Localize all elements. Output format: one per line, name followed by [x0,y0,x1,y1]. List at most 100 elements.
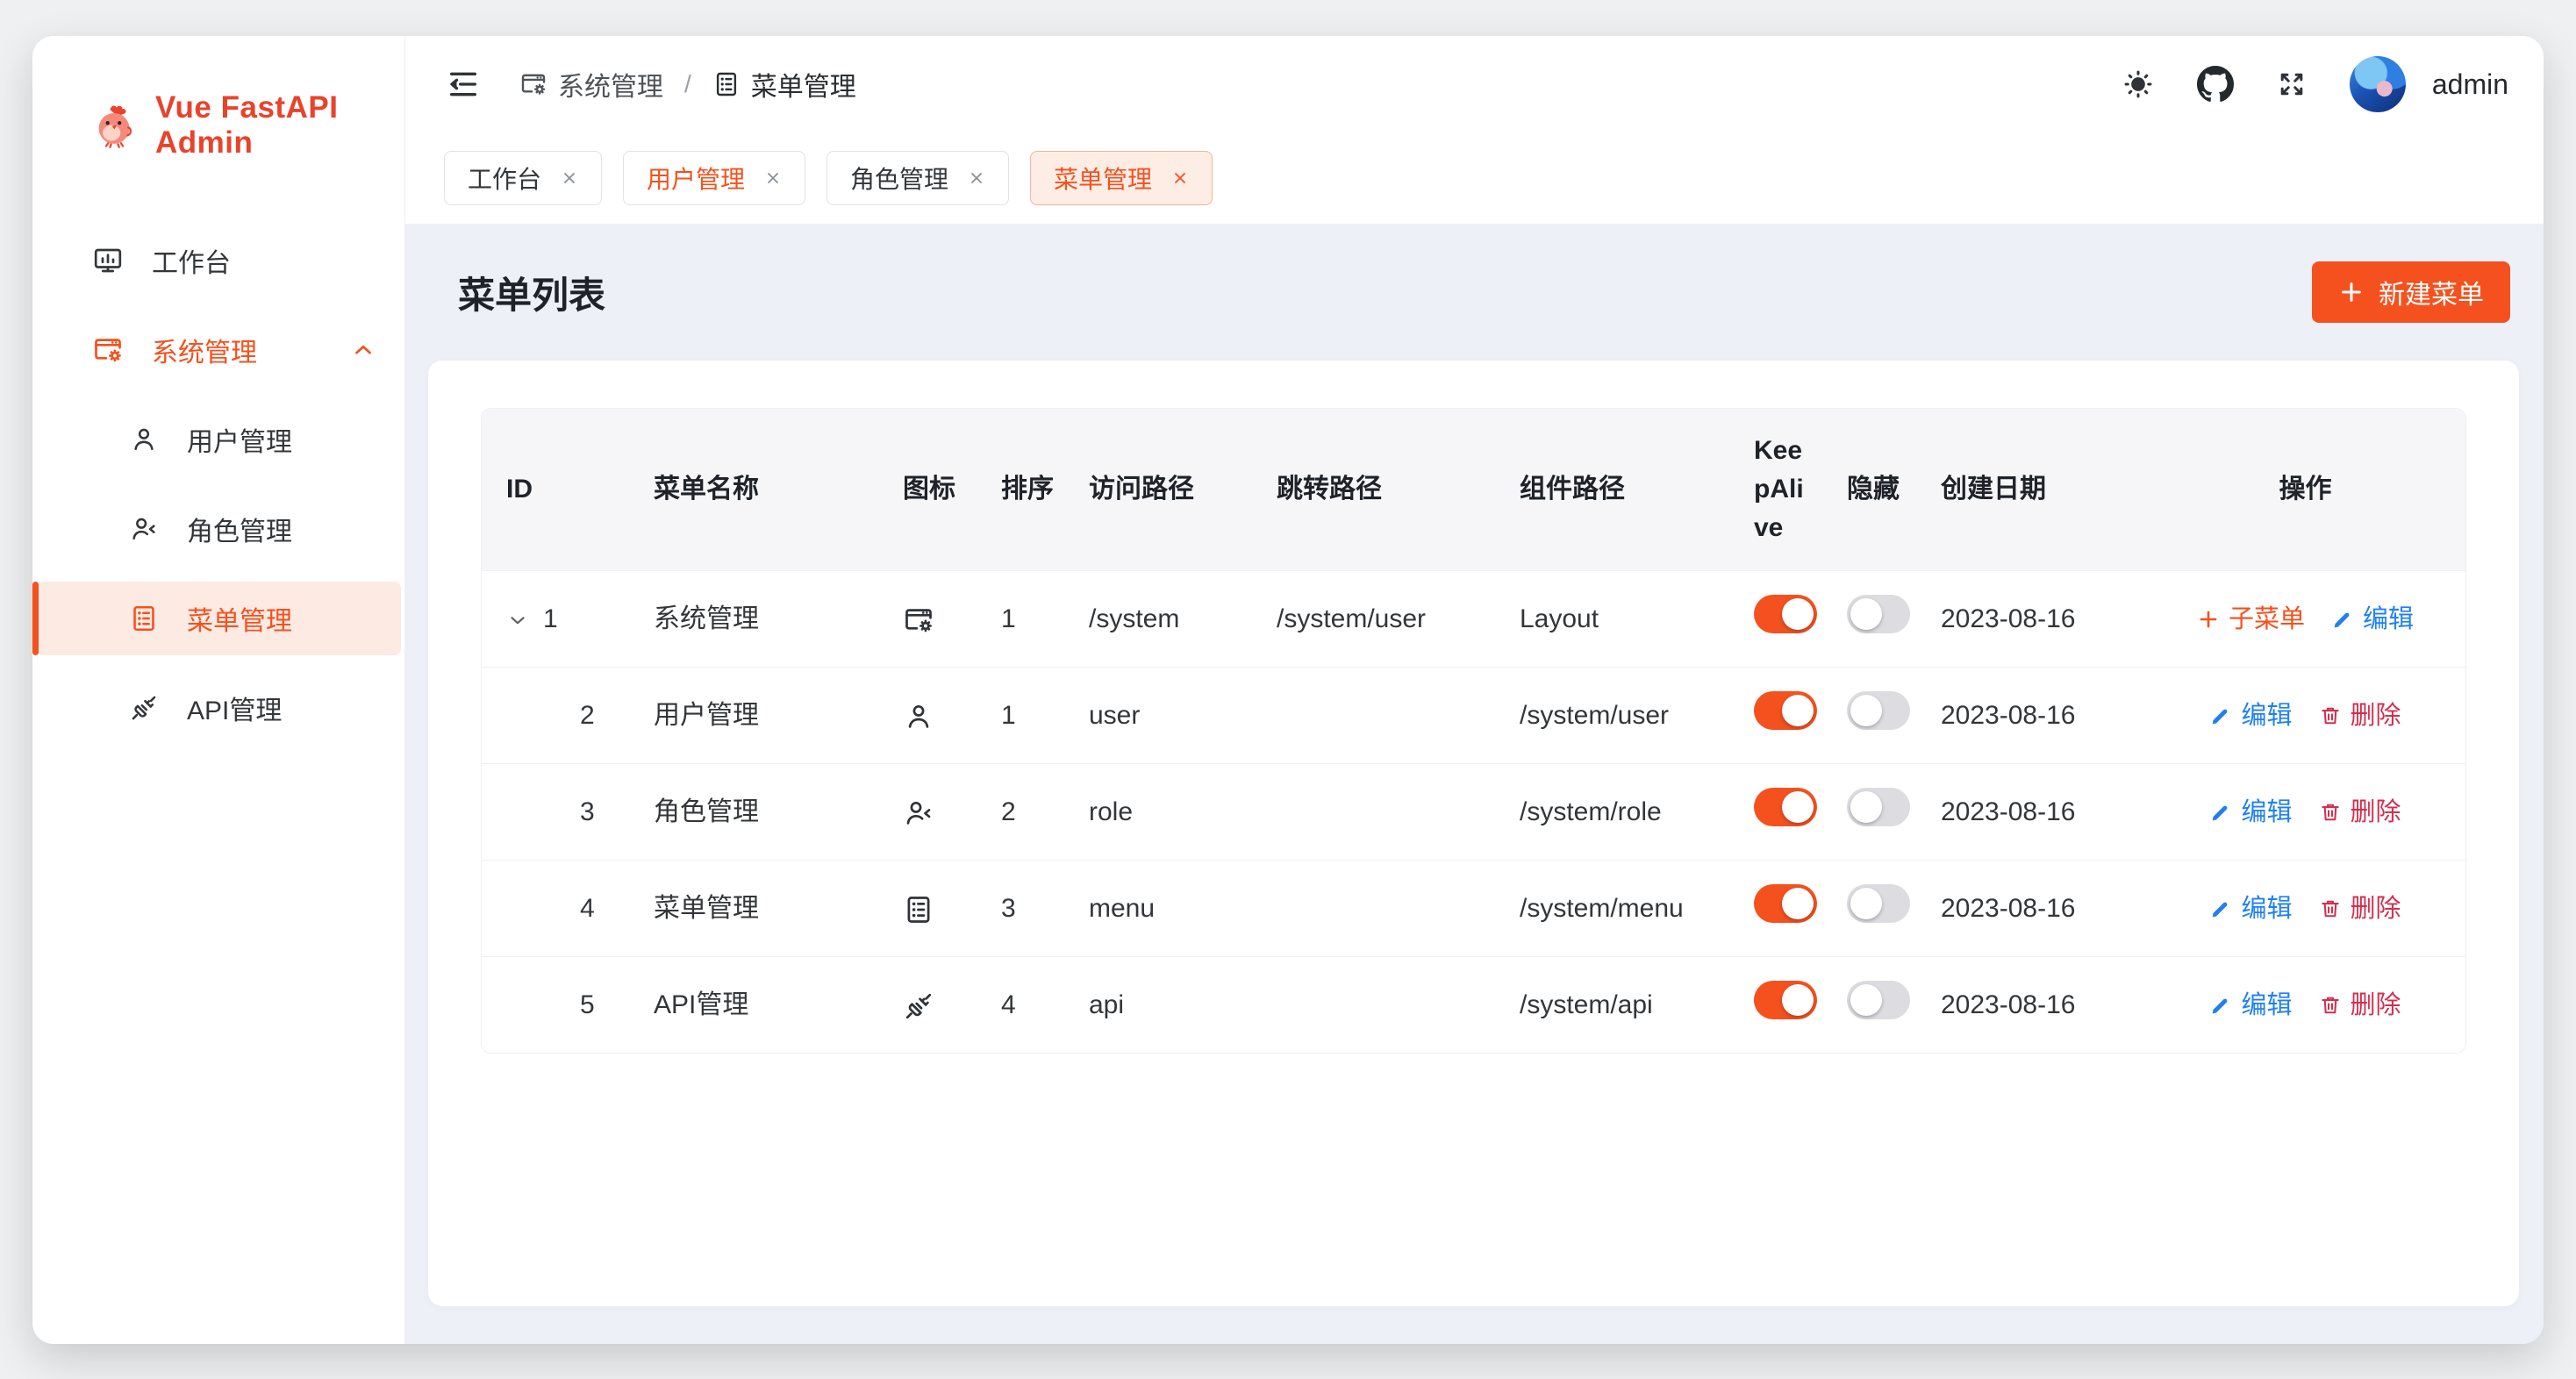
pencil-icon [2209,994,2232,1017]
sidebar-collapse-icon[interactable] [446,67,481,102]
github-icon[interactable] [2197,66,2234,103]
api-plug-icon [903,990,934,1022]
hidden-toggle[interactable] [1847,595,1910,633]
cell-component: /system/api [1495,956,1729,1053]
hidden-toggle[interactable] [1847,691,1910,730]
cell-path: /system [1064,570,1252,667]
close-icon[interactable] [561,169,578,187]
table-row: 3 角色管理 2 role /system/role 2023-08-16 [482,763,2465,860]
hidden-toggle[interactable] [1847,981,1910,1019]
edit-button[interactable]: 编辑 [2209,698,2292,733]
delete-button[interactable]: 删除 [2319,698,2401,733]
edit-button[interactable]: 编辑 [2209,795,2292,830]
cell-redirect [1252,763,1495,860]
cell-keepalive [1729,860,1822,956]
col-hidden: 隐藏 [1822,409,1916,570]
cell-order: 4 [977,956,1064,1053]
cell-icon [878,763,977,860]
pencil-icon [2209,897,2232,920]
row-id: 3 [580,797,595,826]
menu-list-icon [712,70,741,98]
sidebar-item-api[interactable]: API管理 [36,671,401,745]
table-row: 5 API管理 4 api /system/api 2023-08-16 [482,956,2465,1053]
table-header-row: ID 菜单名称 图标 排序 访问路径 跳转路径 组件路径 KeepAlive 隐… [482,409,2465,570]
breadcrumb: 系统管理 / 菜单管理 [519,65,856,104]
cell-order: 2 [977,763,1064,860]
cell-created: 2023-08-16 [1916,860,2145,956]
username[interactable]: admin [2432,68,2508,101]
topbar: 系统管理 / 菜单管理 admin [405,36,2544,132]
cell-id: 5 [482,956,629,1053]
sidebar-item-users[interactable]: 用户管理 [36,403,401,476]
cell-created: 2023-08-16 [1916,956,2145,1053]
keepalive-toggle[interactable] [1754,981,1817,1019]
cell-actions: 编辑 删除 [2145,860,2465,956]
tab-label: 角色管理 [850,161,948,196]
sidebar-item-roles[interactable]: 角色管理 [36,492,401,566]
cell-hidden [1822,763,1916,860]
col-created: 创建日期 [1916,409,2145,570]
user-avatar[interactable] [2350,56,2406,112]
cell-redirect [1252,956,1495,1053]
row-id: 4 [580,894,595,923]
col-order: 排序 [977,409,1064,570]
create-menu-button[interactable]: 新建菜单 [2312,261,2510,323]
trash-icon [2319,994,2342,1017]
col-redirect: 跳转路径 [1252,409,1495,570]
keepalive-toggle[interactable] [1754,884,1817,923]
submenu-button[interactable]: 子菜单 [2197,602,2305,637]
hidden-toggle[interactable] [1847,788,1910,826]
cell-name: 角色管理 [629,763,878,860]
close-icon[interactable] [1171,169,1189,187]
cell-created: 2023-08-16 [1916,667,2145,763]
tab-menus[interactable]: 菜单管理 [1030,151,1213,205]
cell-redirect [1252,667,1495,763]
hidden-toggle[interactable] [1847,884,1910,923]
breadcrumb-item-menus[interactable]: 菜单管理 [712,65,856,104]
create-menu-label: 新建菜单 [2379,273,2484,311]
cell-icon [878,570,977,667]
cell-path: api [1064,956,1252,1053]
topbar-actions: admin [2122,56,2508,112]
sidebar-item-workbench[interactable]: 工作台 [36,224,401,297]
table-card: ID 菜单名称 图标 排序 访问路径 跳转路径 组件路径 KeepAlive 隐… [428,361,2519,1306]
col-icon: 图标 [878,409,977,570]
tab-workbench[interactable]: 工作台 [444,151,602,205]
tab-users[interactable]: 用户管理 [623,151,805,205]
cell-path: user [1064,667,1252,763]
pencil-icon [2209,801,2232,824]
cell-actions: 编辑 删除 [2145,763,2465,860]
close-icon[interactable] [764,169,782,187]
cell-keepalive [1729,956,1822,1053]
menu-list-icon [903,894,934,925]
expand-row-icon[interactable] [506,609,529,632]
breadcrumb-label: 菜单管理 [751,65,856,104]
table-row: 2 用户管理 1 user /system/user 2023-08-16 [482,667,2465,763]
cell-redirect: /system/user [1252,570,1495,667]
cell-hidden [1822,570,1916,667]
tab-roles[interactable]: 角色管理 [826,151,1009,205]
sidebar-item-label: 角色管理 [187,510,292,548]
keepalive-toggle[interactable] [1754,788,1817,826]
cell-icon [878,956,977,1053]
close-icon[interactable] [968,169,985,187]
chick-logo-icon [90,102,138,149]
delete-button[interactable]: 删除 [2319,795,2401,830]
edit-button[interactable]: 编辑 [2331,602,2414,637]
breadcrumb-item-system[interactable]: 系统管理 [519,65,663,104]
edit-button[interactable]: 编辑 [2209,988,2292,1023]
keepalive-toggle[interactable] [1754,691,1817,730]
theme-sun-icon[interactable] [2122,68,2155,101]
fullscreen-icon[interactable] [2276,68,2308,100]
cell-name: 用户管理 [629,667,878,763]
monitor-chart-icon [92,245,124,276]
sidebar-item-menus[interactable]: 菜单管理 [36,582,401,655]
edit-button[interactable]: 编辑 [2209,891,2292,926]
keepalive-toggle[interactable] [1754,595,1817,633]
cell-created: 2023-08-16 [1916,763,2145,860]
window-gear-icon [903,604,934,636]
delete-button[interactable]: 删除 [2319,988,2401,1023]
delete-button[interactable]: 删除 [2319,891,2401,926]
sidebar-item-system[interactable]: 系统管理 [36,313,401,387]
cell-name: API管理 [629,956,878,1053]
